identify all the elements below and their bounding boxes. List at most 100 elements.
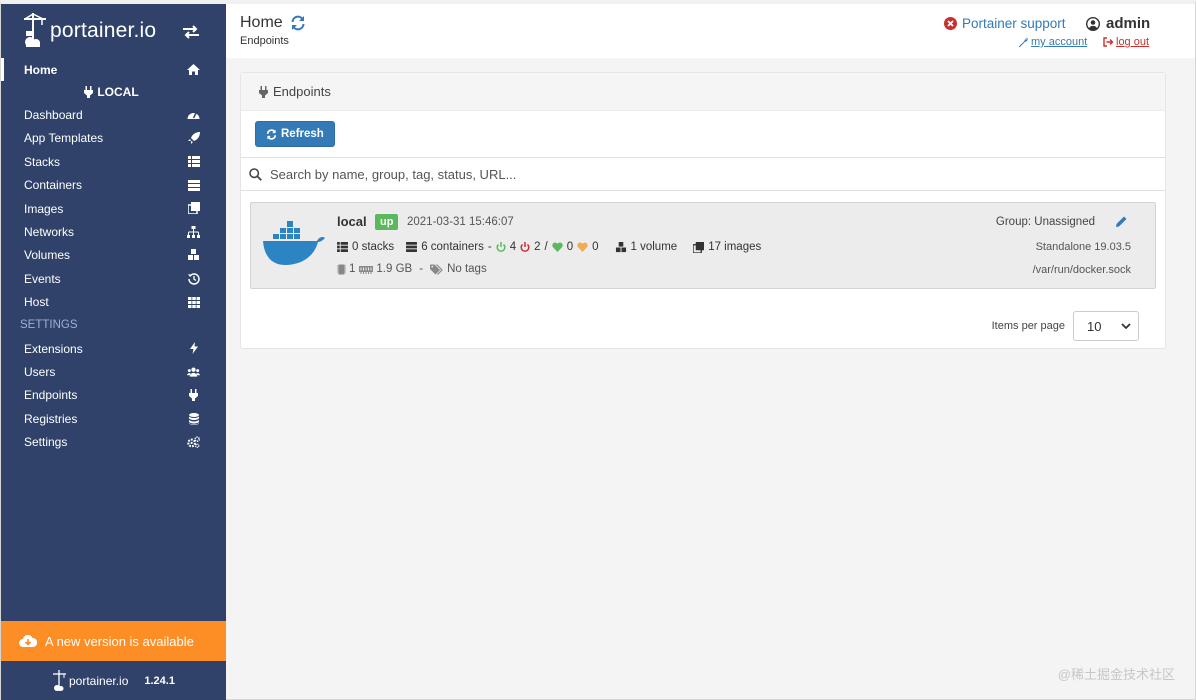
main-content: Endpoints Refresh Search by name, group,… xyxy=(226,58,1195,699)
times-circle-icon xyxy=(944,17,957,30)
sidebar-item-extensions[interactable]: Extensions xyxy=(1,337,226,360)
docker-logo-icon xyxy=(261,219,327,269)
items-per-page-select[interactable]: 10 xyxy=(1073,311,1139,341)
sidebar-item-dashboard[interactable]: Dashboard xyxy=(1,103,226,126)
endpoint-tags: No tags xyxy=(447,263,487,275)
my-account-link[interactable]: my account xyxy=(1018,36,1087,48)
power-on-icon xyxy=(496,242,506,252)
widget-title: Endpoints xyxy=(273,84,331,99)
sidebar-item-volumes[interactable]: Volumes xyxy=(1,244,226,267)
endpoint-group: Group: Unassigned xyxy=(995,216,1095,228)
endpoint-stats: 0 stacks 6 containers - 4 2 / 0 0 1 volu… xyxy=(337,241,761,253)
watermark: @稀土掘金技术社区 xyxy=(1057,667,1175,682)
logout-link[interactable]: log out xyxy=(1103,36,1149,48)
search-bar xyxy=(241,157,1165,191)
refresh-button-label: Refresh xyxy=(281,128,324,140)
app-window: portainer.io Home LOCAL Dashboard App Te… xyxy=(0,0,1196,700)
endpoint-name: LOCAL xyxy=(97,85,139,100)
user-circle-icon xyxy=(1085,16,1101,31)
update-banner-text: A new version is available xyxy=(45,633,194,649)
images-count: 17 images xyxy=(708,241,762,253)
brand[interactable]: portainer.io xyxy=(1,4,226,58)
sidebar-item-label: Registries xyxy=(24,411,78,426)
toggle-sidebar-icon[interactable] xyxy=(182,24,200,44)
sidebar-item-settings[interactable]: Settings xyxy=(1,430,226,453)
stopped-count: 2 xyxy=(534,241,541,253)
sidebar-item-containers[interactable]: Containers xyxy=(1,174,226,197)
sidebar-item-networks[interactable]: Networks xyxy=(1,220,226,243)
settings-section-title: SETTINGS xyxy=(20,319,78,332)
cpu-count: 1 xyxy=(349,263,356,275)
sidebar-item-label: Endpoints xyxy=(24,388,78,403)
clone-icon xyxy=(693,241,705,253)
endpoints-widget: Endpoints Refresh Search by name, group,… xyxy=(240,72,1166,349)
sidebar-item-label: Events xyxy=(24,271,61,286)
sidebar-item-app-templates[interactable]: App Templates xyxy=(1,127,226,150)
endpoint-timestamp: 2021-03-31 15:46:07 xyxy=(407,216,514,228)
refresh-icon xyxy=(266,128,277,140)
sidebar-item-label: Images xyxy=(24,201,64,216)
refresh-button[interactable]: Refresh xyxy=(255,121,335,147)
power-off-icon xyxy=(520,242,530,252)
widget-toolbar: Refresh xyxy=(241,111,1165,157)
users-icon xyxy=(187,365,200,378)
plug-icon xyxy=(84,86,94,99)
wrench-icon xyxy=(1018,37,1028,47)
sidebar-item-label: Networks xyxy=(24,225,75,240)
support-link[interactable]: Portainer support xyxy=(944,16,1066,31)
sidebar-item-registries[interactable]: Registries xyxy=(1,407,226,430)
server-icon xyxy=(406,242,418,252)
topbar: Home Endpoints Portainer support admin m… xyxy=(226,4,1195,58)
sidebar-item-events[interactable]: Events xyxy=(1,267,226,290)
endpoint-name: local xyxy=(337,214,367,229)
search-input[interactable] xyxy=(270,166,1130,182)
containers-stat: 6 containers - 4 2 / 0 0 xyxy=(406,241,599,253)
cloud-download-icon xyxy=(19,634,38,648)
sidebar-item-label: Users xyxy=(24,364,56,379)
stacks-count: 0 stacks xyxy=(352,241,395,253)
sidebar-item-home[interactable]: Home xyxy=(1,58,226,82)
items-per-page-label: Items per page xyxy=(991,320,1065,332)
heartbeat-icon xyxy=(552,242,563,252)
containers-count: 6 containers xyxy=(421,241,484,253)
refresh-icon[interactable] xyxy=(290,15,306,31)
sidebar-item-host[interactable]: Host xyxy=(1,291,226,314)
slash-separator: / xyxy=(544,241,548,253)
sidebar-item-endpoints[interactable]: Endpoints xyxy=(1,384,226,407)
update-banner[interactable]: A new version is available xyxy=(1,621,226,661)
running-count: 4 xyxy=(509,241,517,253)
endpoint-item[interactable]: local up 2021-03-31 15:46:07 Group: Unas… xyxy=(250,202,1156,289)
docker-version: Standalone 19.03.5 xyxy=(1035,241,1131,253)
separator: - xyxy=(487,241,492,253)
pencil-icon xyxy=(1116,216,1127,227)
sidebar-item-images[interactable]: Images xyxy=(1,197,226,220)
support-link-label: Portainer support xyxy=(962,16,1066,31)
version-number: 1.24.1 xyxy=(144,674,175,687)
edit-endpoint-button[interactable] xyxy=(1115,215,1127,233)
sidebar-item-label: Host xyxy=(24,295,49,310)
items-per-page-value: 10 xyxy=(1087,318,1102,334)
server-icon xyxy=(187,179,200,192)
volumes-count: 1 volume xyxy=(630,241,678,253)
pagination: Items per page 10 xyxy=(992,311,1139,341)
sitemap-icon xyxy=(187,225,200,238)
chevron-down-icon xyxy=(1121,322,1131,329)
status-badge: up xyxy=(375,214,399,230)
sidebar-item-users[interactable]: Users xyxy=(1,360,226,383)
database-icon xyxy=(187,412,200,425)
th-list-icon xyxy=(337,242,348,252)
endpoint-meta: 1 1.9 GB - No tags xyxy=(337,263,487,275)
plug-icon xyxy=(187,389,200,402)
rocket-icon xyxy=(187,132,200,145)
breadcrumb: Endpoints xyxy=(240,35,289,47)
images-stat: 17 images xyxy=(693,241,761,253)
search-icon xyxy=(249,167,262,181)
portainer-logo-icon xyxy=(53,669,66,691)
healthy-count: 0 xyxy=(566,241,574,253)
cpu-icon xyxy=(337,264,346,274)
clone-icon xyxy=(187,202,200,215)
brand-text: portainer.io xyxy=(50,19,157,42)
sidebar-item-stacks[interactable]: Stacks xyxy=(1,150,226,173)
volumes-stat: 1 volume xyxy=(615,241,678,253)
cogs-icon xyxy=(187,435,200,448)
